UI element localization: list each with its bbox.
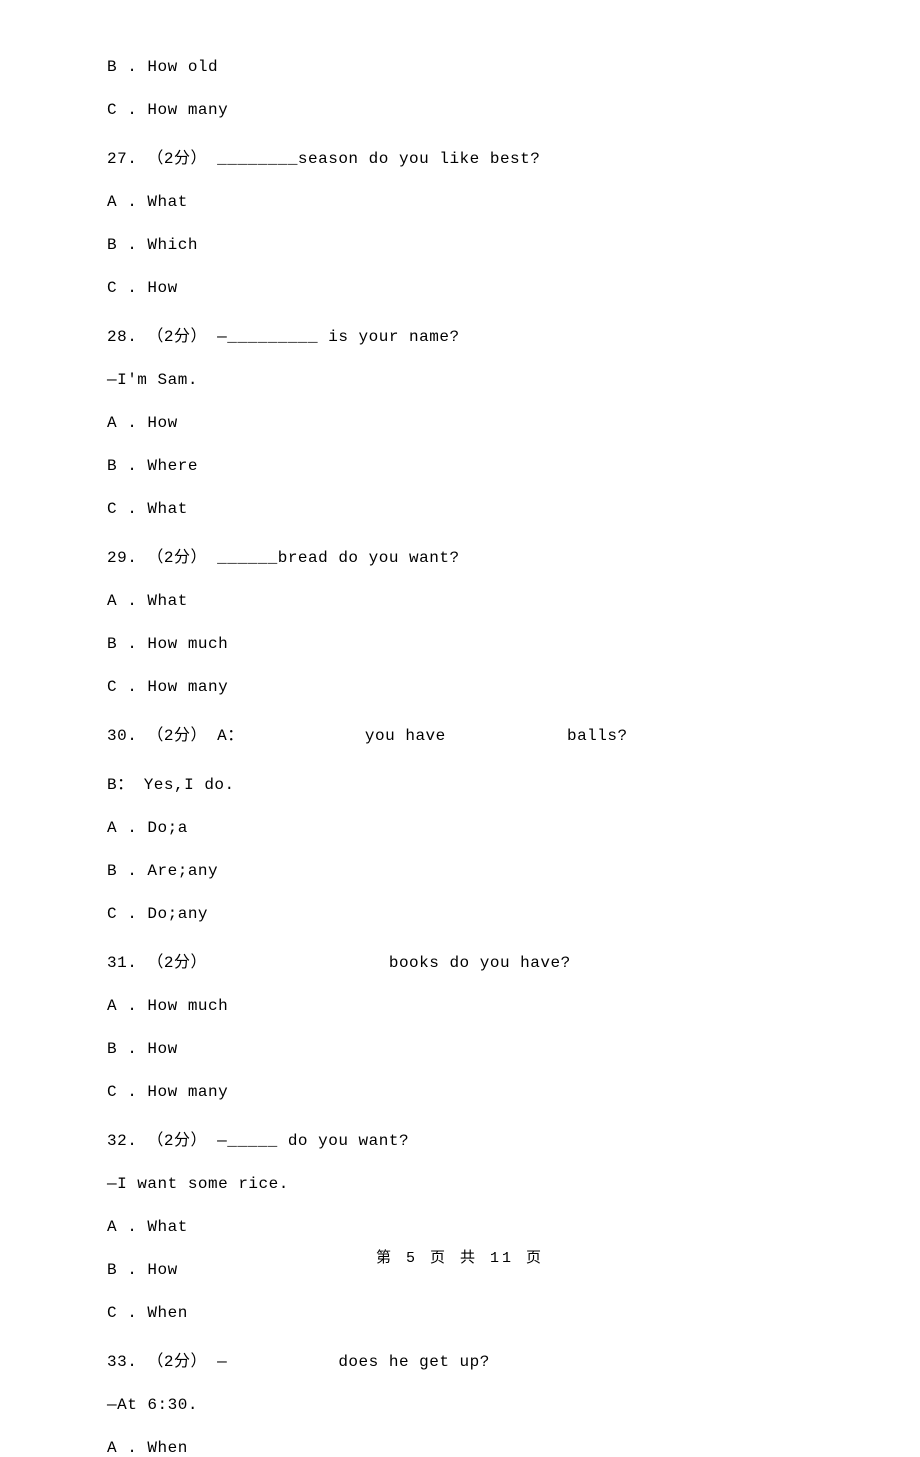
option-text: C . How many bbox=[107, 101, 813, 119]
page-footer: 第 5 页 共 11 页 bbox=[0, 1246, 920, 1267]
option-text: C . How bbox=[107, 279, 813, 297]
option-text: A . When bbox=[107, 1439, 813, 1457]
question-text: 29. （2分） ______bread do you want? bbox=[107, 543, 813, 567]
answer-text: —I'm Sam. bbox=[107, 371, 813, 389]
answer-text: B： Yes,I do. bbox=[107, 770, 813, 794]
answer-text: —I want some rice. bbox=[107, 1175, 813, 1193]
option-text: A . Do;a bbox=[107, 819, 813, 837]
option-text: B . Are;any bbox=[107, 862, 813, 880]
question-text: 28. （2分） —_________ is your name? bbox=[107, 322, 813, 346]
option-text: B . Which bbox=[107, 236, 813, 254]
option-text: B . How much bbox=[107, 635, 813, 653]
question-text: 27. （2分） ________season do you like best… bbox=[107, 144, 813, 168]
option-text: C . What bbox=[107, 500, 813, 518]
option-text: C . How many bbox=[107, 1083, 813, 1101]
option-text: C . Do;any bbox=[107, 905, 813, 923]
option-text: A . How bbox=[107, 414, 813, 432]
option-text: B . How bbox=[107, 1040, 813, 1058]
option-text: A . What bbox=[107, 1218, 813, 1236]
answer-text: —At 6:30. bbox=[107, 1396, 813, 1414]
option-text: B . Where bbox=[107, 457, 813, 475]
question-text: 31. （2分） books do you have? bbox=[107, 948, 813, 972]
option-text: A . What bbox=[107, 193, 813, 211]
option-text: C . When bbox=[107, 1304, 813, 1322]
option-text: A . What bbox=[107, 592, 813, 610]
option-text: C . How many bbox=[107, 678, 813, 696]
question-text: 30. （2分） A： you have balls? bbox=[107, 721, 813, 745]
option-text: A . How much bbox=[107, 997, 813, 1015]
document-content: B . How old C . How many 27. （2分） ______… bbox=[0, 0, 920, 1457]
question-text: 33. （2分） — does he get up? bbox=[107, 1347, 813, 1371]
question-text: 32. （2分） —_____ do you want? bbox=[107, 1126, 813, 1150]
option-text: B . How old bbox=[107, 58, 813, 76]
